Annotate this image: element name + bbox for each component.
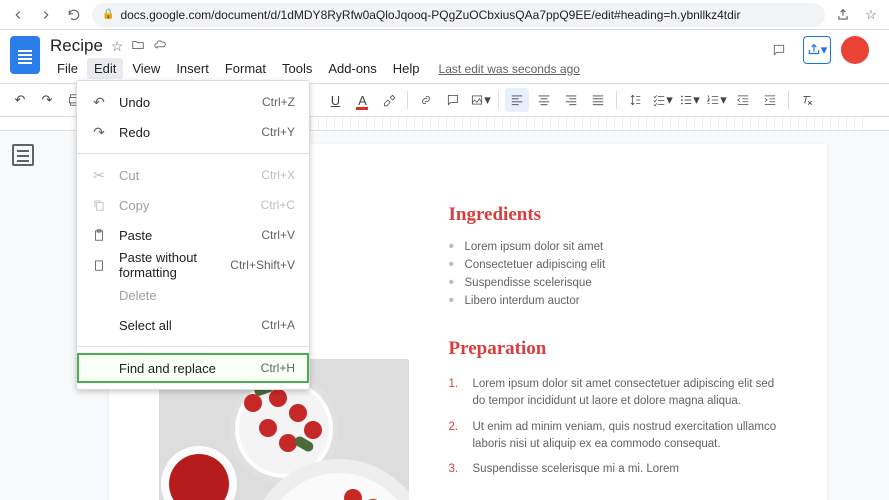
list-item[interactable]: Suspendisse scelerisque	[449, 274, 777, 292]
copy-icon	[91, 198, 107, 212]
align-justify-button[interactable]	[586, 88, 610, 112]
move-icon[interactable]	[131, 38, 145, 55]
menu-tools[interactable]: Tools	[275, 58, 319, 79]
menu-file[interactable]: File	[50, 58, 85, 79]
align-right-button[interactable]	[559, 88, 583, 112]
comment-button[interactable]	[441, 88, 465, 112]
redo-icon: ↷	[91, 124, 107, 141]
menu-copy[interactable]: Copy Ctrl+C	[77, 190, 309, 220]
docs-logo-icon[interactable]	[10, 36, 40, 74]
preparation-heading[interactable]: Preparation	[449, 338, 777, 360]
link-button[interactable]	[414, 88, 438, 112]
menu-format[interactable]: Format	[218, 58, 273, 79]
menu-redo[interactable]: ↷ Redo Ctrl+Y	[77, 117, 309, 147]
list-item[interactable]: Lorem ipsum dolor sit amet	[449, 238, 777, 256]
outline-toggle-icon[interactable]	[12, 144, 34, 166]
share-tab-icon[interactable]	[833, 5, 853, 25]
indent-decrease-button[interactable]	[731, 88, 755, 112]
menu-bar: File Edit View Insert Format Tools Add-o…	[50, 58, 765, 79]
list-item[interactable]: 1.Lorem ipsum dolor sit amet consectetue…	[449, 372, 777, 415]
align-left-button[interactable]	[505, 88, 529, 112]
browser-bar: 🔒 docs.google.com/document/d/1dMDY8RyRfw…	[0, 0, 889, 30]
last-edit-link[interactable]: Last edit was seconds ago	[439, 62, 580, 76]
undo-button[interactable]: ↶	[8, 88, 32, 112]
menu-paste[interactable]: Paste Ctrl+V	[77, 220, 309, 250]
menu-view[interactable]: View	[125, 58, 167, 79]
paste-icon	[91, 228, 107, 242]
undo-icon: ↶	[91, 94, 107, 111]
share-button[interactable]: ▾	[803, 36, 831, 64]
ingredients-heading[interactable]: Ingredients	[449, 204, 777, 226]
list-item[interactable]: 3.Suspendisse scelerisque mi a mi. Lorem	[449, 457, 777, 482]
star-icon[interactable]: ☆	[111, 38, 124, 55]
menu-help[interactable]: Help	[386, 58, 427, 79]
address-bar[interactable]: 🔒 docs.google.com/document/d/1dMDY8RyRfw…	[92, 3, 825, 27]
image-button[interactable]: ▾	[468, 88, 492, 112]
forward-button[interactable]	[36, 5, 56, 25]
cut-icon: ✂	[91, 167, 107, 184]
menu-find-replace[interactable]: Find and replace Ctrl+H	[77, 353, 309, 383]
menu-edit[interactable]: Edit	[87, 58, 123, 79]
indent-increase-button[interactable]	[758, 88, 782, 112]
redo-button[interactable]: ↷	[35, 88, 59, 112]
docs-header: Recipe ☆ File Edit View Insert Format To…	[0, 30, 889, 79]
underline-button[interactable]: U	[323, 88, 347, 112]
back-button[interactable]	[8, 5, 28, 25]
left-sidebar	[0, 132, 46, 500]
list-item[interactable]: 2.Ut enim ad minim veniam, quis nostrud …	[449, 415, 777, 458]
text-color-button[interactable]: A	[350, 88, 374, 112]
edit-menu-dropdown: ↶ Undo Ctrl+Z ↷ Redo Ctrl+Y ✂ Cut Ctrl+X…	[76, 80, 310, 390]
menu-cut[interactable]: ✂ Cut Ctrl+X	[77, 160, 309, 190]
menu-delete[interactable]: Delete	[77, 280, 309, 310]
account-avatar[interactable]	[841, 36, 869, 64]
comments-button[interactable]	[765, 36, 793, 64]
lock-icon: 🔒	[102, 9, 114, 20]
ingredients-list[interactable]: Lorem ipsum dolor sit amet Consectetuer …	[449, 238, 777, 310]
numbered-list-button[interactable]: ▾	[704, 88, 728, 112]
menu-paste-without-formatting[interactable]: Paste without formatting Ctrl+Shift+V	[77, 250, 309, 280]
list-item[interactable]: Consectetuer adipiscing elit	[449, 256, 777, 274]
menu-insert[interactable]: Insert	[169, 58, 216, 79]
bulleted-list-button[interactable]: ▾	[677, 88, 701, 112]
cloud-icon[interactable]	[153, 38, 167, 55]
line-spacing-button[interactable]	[623, 88, 647, 112]
checklist-button[interactable]: ▾	[650, 88, 674, 112]
reload-button[interactable]	[64, 5, 84, 25]
menu-select-all[interactable]: Select all Ctrl+A	[77, 310, 309, 340]
align-center-button[interactable]	[532, 88, 556, 112]
star-bookmark-icon[interactable]: ☆	[861, 5, 881, 25]
list-item[interactable]: Libero interdum auctor	[449, 292, 777, 310]
menu-addons[interactable]: Add-ons	[321, 58, 383, 79]
clear-formatting-button[interactable]	[795, 88, 819, 112]
menu-undo[interactable]: ↶ Undo Ctrl+Z	[77, 87, 309, 117]
paste-plain-icon	[91, 258, 107, 272]
document-title[interactable]: Recipe	[50, 36, 103, 56]
highlight-button[interactable]	[377, 88, 401, 112]
url-text: docs.google.com/document/d/1dMDY8RyRfw0a…	[120, 8, 740, 22]
